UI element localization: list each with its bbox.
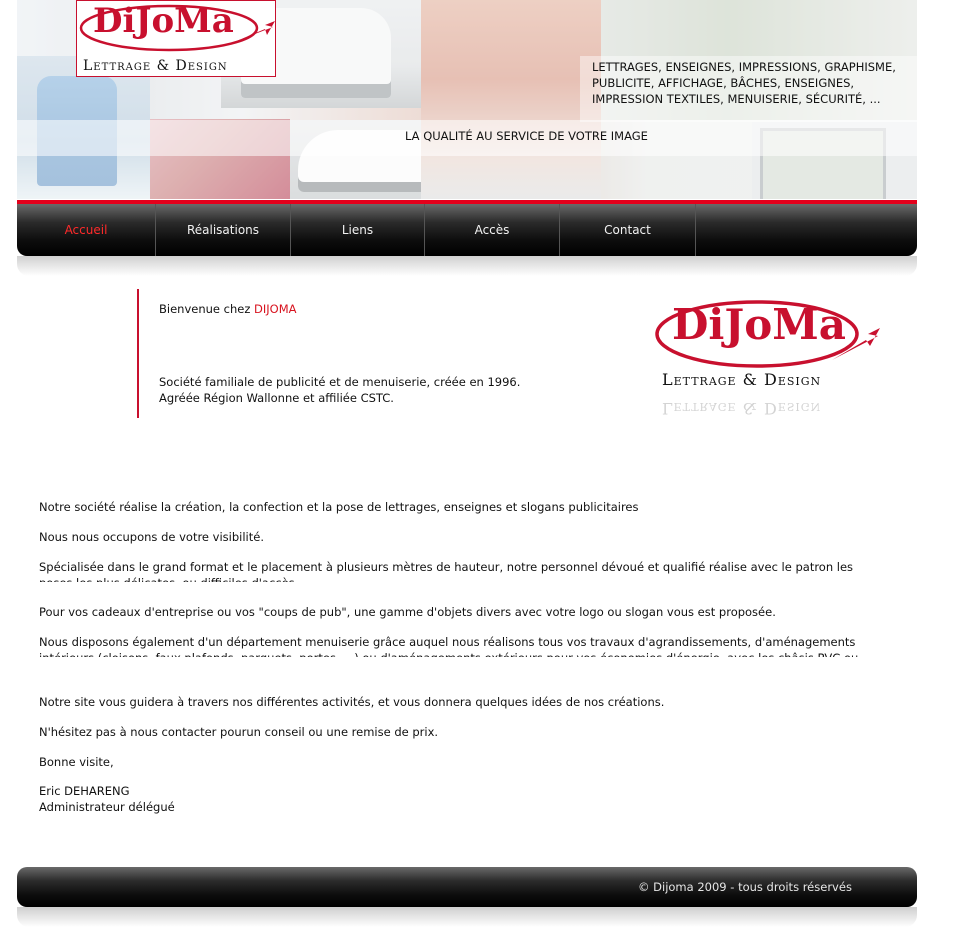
- nav-item-realisations[interactable]: Réalisations: [156, 204, 291, 256]
- nav-reflection: [17, 256, 917, 276]
- content-paragraph-carpentry: Nous disposons également d'un départemen…: [39, 635, 858, 657]
- logo-wordmark: DiJoMa: [93, 1, 234, 41]
- footer-bar: © Dijoma 2009 - tous droits réservés: [17, 867, 917, 907]
- welcome-line-1: Société familiale de publicité et de men…: [159, 375, 521, 389]
- logo-subtitle: Lettrage & Design: [83, 58, 228, 74]
- welcome-heading: Bienvenue chez DIJOMA: [159, 302, 297, 316]
- content-paragraph-creation: Notre société réalise la création, la co…: [39, 500, 639, 514]
- nav-item-acces[interactable]: Accès: [425, 204, 560, 256]
- logo-wordmark: DiJoMa: [672, 300, 846, 349]
- nav-item-liens[interactable]: Liens: [291, 204, 425, 256]
- content-closing: Bonne visite,: [39, 755, 114, 769]
- signature-name: Eric DEHARENG: [39, 784, 130, 798]
- header-slogan: LA QUALITÉ AU SERVICE DE VOTRE IMAGE: [405, 129, 648, 143]
- company-logo-large: DiJoMa Lettrage & Design Lettrage & Desi…: [652, 294, 882, 464]
- signature-title: Administrateur délégué: [39, 800, 175, 814]
- welcome-description: Société familiale de publicité et de men…: [159, 374, 520, 406]
- footer-reflection: [17, 907, 917, 927]
- header-tagline: LETTRAGES, ENSEIGNES, IMPRESSIONS, GRAPH…: [592, 60, 896, 106]
- welcome-accent-bar: [137, 289, 139, 418]
- logo-reflection: Lettrage & Design: [662, 399, 822, 418]
- content-paragraph-gifts: Pour vos cadeaux d'entreprise ou vos "co…: [39, 605, 776, 619]
- nav-item-contact[interactable]: Contact: [560, 204, 696, 256]
- welcome-brand: DIJOMA: [254, 302, 297, 316]
- content-paragraph-site: Notre site vous guidera à travers nos di…: [39, 695, 665, 709]
- content-paragraph-contact: N'hésitez pas à nous contacter pourun co…: [39, 725, 439, 739]
- nav-item-accueil[interactable]: Accueil: [17, 204, 156, 256]
- footer-copyright: © Dijoma 2009 - tous droits réservés: [638, 880, 852, 894]
- welcome-prefix: Bienvenue chez: [159, 302, 255, 316]
- content-paragraph-visibility: Nous nous occupons de votre visibilité.: [39, 530, 264, 544]
- main-nav: Accueil Réalisations Liens Accès Contact: [17, 204, 917, 256]
- header-logo[interactable]: DiJoMa Lettrage & Design: [76, 0, 276, 77]
- content-paragraph-large-format: Spécialisée dans le grand format et le p…: [39, 560, 854, 582]
- welcome-line-2: Agréée Région Wallonne et affiliée CSTC.: [159, 391, 394, 405]
- logo-subtitle: Lettrage & Design: [662, 370, 822, 389]
